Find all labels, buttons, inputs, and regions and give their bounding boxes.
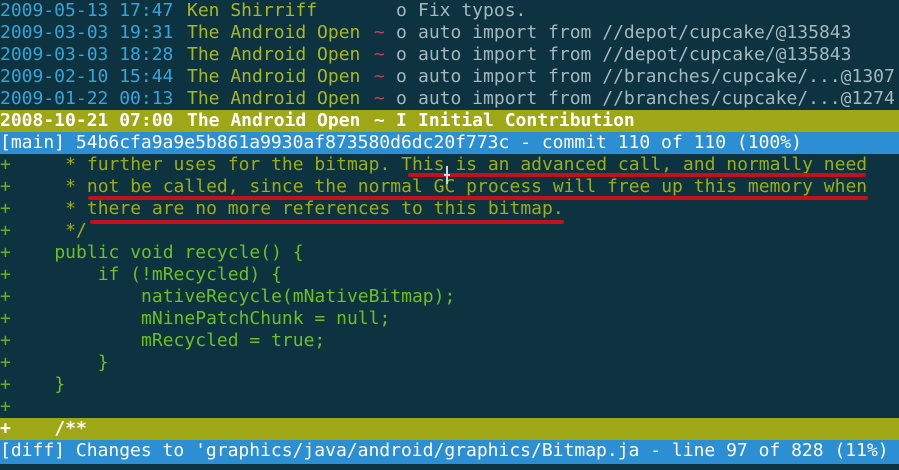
commit-author: The Android Open (187, 88, 361, 109)
commit-marker: o (396, 0, 407, 21)
commit-author: Ken Shirriff (187, 0, 318, 21)
diff-line-text: * not be called, since the normal GC pro… (11, 176, 868, 197)
diff-add-marker: + (0, 220, 11, 241)
commit-tilde: ~ (374, 22, 385, 43)
commit-date: 2009-03-03 18:28 (0, 44, 174, 65)
diff-add-marker: + (0, 154, 11, 175)
diff-status-text: [diff] Changes to 'graphics/java/android… (0, 440, 889, 461)
diff-line-text: mNinePatchChunk = null; (11, 308, 391, 329)
commit-date: 2009-05-13 17:47 (0, 0, 174, 21)
text-cursor-icon (444, 166, 450, 184)
selected-log-row[interactable]: 2008-10-21 07:00 The Android Open ~ I In… (0, 110, 899, 132)
diff-line-text: if (!mRecycled) { (11, 264, 282, 285)
commit-message: Initial Contribution (418, 110, 635, 131)
diff-line-text: * there are no more references to this b… (11, 198, 564, 219)
diff-add-marker: + (0, 330, 11, 351)
log-row[interactable]: 2009-05-13 17:47 Ken Shirriff o Fix typo… (0, 0, 899, 22)
diff-line[interactable]: + * there are no more references to this… (0, 198, 899, 220)
annotation-underline (88, 196, 868, 200)
commit-author: The Android Open (187, 110, 361, 131)
commit-marker: o (396, 22, 407, 43)
commit-marker: o (396, 44, 407, 65)
diff-add-marker: + (0, 418, 11, 439)
diff-add-marker: + (0, 286, 11, 307)
commit-tilde: ~ (374, 66, 385, 87)
commit-tilde: ~ (374, 88, 385, 109)
commit-date: 2008-10-21 07:00 (0, 110, 174, 131)
main-status-text: [main] 54b6cfa9a9e5b861a9930af873580d6dc… (0, 132, 802, 153)
diff-line[interactable]: + } (0, 352, 899, 374)
diff-add-marker: + (0, 352, 11, 373)
commit-message: Fix typos. (418, 0, 527, 21)
diff-line-text: } (11, 374, 66, 395)
commit-message: auto import from //depot/cupcake/@135843 (418, 22, 852, 43)
commit-author: The Android Open (187, 66, 361, 87)
annotation-underline (90, 220, 564, 224)
diff-line[interactable]: + public void recycle() { (0, 242, 899, 264)
diff-status-bar: [diff] Changes to 'graphics/java/android… (0, 440, 899, 464)
commit-tilde: ~ (374, 110, 385, 131)
commit-date: 2009-01-22 00:13 (0, 88, 174, 109)
commit-author: The Android Open (187, 44, 361, 65)
diff-add-marker: + (0, 176, 11, 197)
diff-line-text: mRecycled = true; (11, 330, 326, 351)
log-row[interactable]: 2009-01-22 00:13 The Android Open ~ o au… (0, 88, 899, 110)
commit-date: 2009-03-03 19:31 (0, 22, 174, 43)
diff-add-marker: + (0, 308, 11, 329)
diff-line[interactable]: + } (0, 374, 899, 396)
diff-add-marker: + (0, 242, 11, 263)
diff-line[interactable]: + (0, 396, 899, 418)
commit-message: auto import from //branches/cupcake/...@… (418, 66, 895, 87)
diff-line[interactable]: + nativeRecycle(mNativeBitmap); (0, 286, 899, 308)
diff-add-marker: + (0, 396, 11, 417)
commit-marker: I (396, 110, 407, 131)
commit-marker: o (396, 66, 407, 87)
log-row[interactable]: 2009-02-10 15:44 The Android Open ~ o au… (0, 66, 899, 88)
annotation-underline (408, 173, 866, 177)
commit-date: 2009-02-10 15:44 (0, 66, 174, 87)
log-row[interactable]: 2009-03-03 18:28 The Android Open ~ o au… (0, 44, 899, 66)
diff-line-text: */ (11, 220, 87, 241)
diff-add-marker: + (0, 264, 11, 285)
diff-line-text: /** (11, 418, 87, 439)
log-row[interactable]: 2009-03-03 19:31 The Android Open ~ o au… (0, 22, 899, 44)
commit-message: auto import from //depot/cupcake/@135843 (418, 44, 852, 65)
diff-line[interactable]: + mRecycled = true; (0, 330, 899, 352)
commit-marker: o (396, 88, 407, 109)
diff-line-text: nativeRecycle(mNativeBitmap); (11, 286, 456, 307)
commit-author: The Android Open (187, 22, 361, 43)
diff-add-marker: + (0, 374, 11, 395)
diff-line[interactable]: + if (!mRecycled) { (0, 264, 899, 286)
terminal-window: 2009-05-13 17:47 Ken Shirriff o Fix typo… (0, 0, 899, 470)
main-status-bar: [main] 54b6cfa9a9e5b861a9930af873580d6dc… (0, 132, 899, 154)
commit-message: auto import from //branches/cupcake/...@… (418, 88, 895, 109)
selected-diff-line[interactable]: + /** (0, 418, 899, 440)
diff-line-text: public void recycle() { (11, 242, 304, 263)
diff-line-text: } (11, 352, 109, 373)
commit-tilde: ~ (374, 44, 385, 65)
diff-add-marker: + (0, 198, 11, 219)
diff-line[interactable]: + mNinePatchChunk = null; (0, 308, 899, 330)
